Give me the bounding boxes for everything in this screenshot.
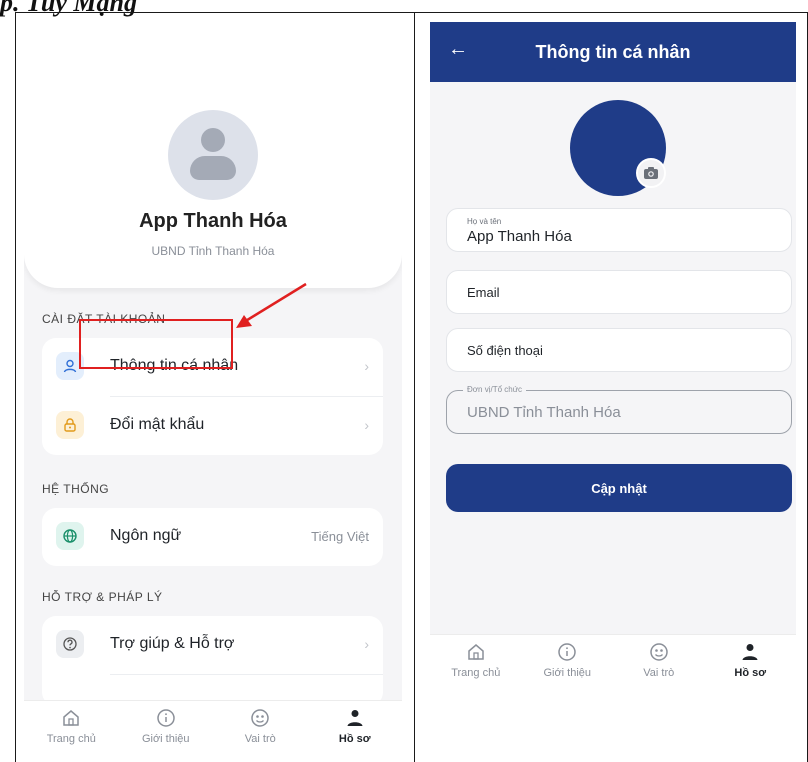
tab-profile[interactable]: Hồ sơ [705, 635, 797, 694]
annotation-arrow-icon [236, 282, 307, 328]
globe-icon [56, 522, 84, 550]
section-title-support: HỖ TRỢ & PHÁP LÝ [42, 590, 163, 604]
tab-label: Vai trò [643, 667, 675, 679]
organization-field: Đơn vị/Tổ chức UBND Tỉnh Thanh Hóa [446, 385, 792, 434]
tab-label: Hồ sơ [338, 733, 371, 745]
profile-card: App Thanh Hóa UBND Tỉnh Thanh Hóa [24, 22, 402, 288]
tab-home[interactable]: Trang chủ [24, 701, 119, 760]
menu-item-label: Ngôn ngữ [110, 527, 182, 544]
help-icon [56, 630, 84, 658]
support-card: Trợ giúp & Hỗ trợ › [42, 616, 383, 706]
field-placeholder: Số điện thoại [467, 343, 543, 358]
menu-item-label: Trợ giúp & Hỗ trợ [110, 635, 235, 652]
personal-info-screen: ← Thông tin cá nhân Họ và tên App Thanh … [430, 22, 796, 694]
avatar-head-icon [201, 128, 225, 152]
field-placeholder: Email [467, 285, 500, 300]
tab-roles[interactable]: Vai trò [613, 635, 705, 694]
email-field[interactable]: Email [446, 270, 792, 314]
menu-item-help[interactable]: Trợ giúp & Hỗ trợ › [42, 616, 383, 674]
profile-screen: App Thanh Hóa UBND Tỉnh Thanh Hóa CÀI ĐẶ… [24, 22, 402, 760]
tab-profile[interactable]: Hồ sơ [308, 701, 403, 760]
tab-home[interactable]: Trang chủ [430, 635, 522, 694]
highlight-box [79, 319, 233, 369]
chevron-right-icon: › [364, 636, 369, 652]
page-title: Thông tin cá nhân [535, 42, 691, 62]
language-value: Tiếng Việt [311, 529, 369, 544]
role-icon [650, 643, 668, 661]
field-label: Đơn vị/Tổ chức [463, 385, 527, 394]
update-button[interactable]: Cập nhật [446, 464, 792, 512]
field-value: App Thanh Hóa [467, 228, 572, 245]
bottom-tab-bar: Trang chủ Giới thiệu Vai trò Hồ sơ [24, 700, 402, 760]
tab-label: Vai trò [244, 733, 276, 745]
info-icon [558, 643, 576, 661]
phone-field[interactable]: Số điện thoại [446, 328, 792, 372]
field-value: UBND Tỉnh Thanh Hóa [467, 404, 621, 421]
tab-label: Trang chủ [451, 667, 501, 679]
menu-item-label: Đổi mật khẩu [110, 416, 205, 433]
lock-icon [56, 411, 84, 439]
tab-label: Giới thiệu [141, 733, 190, 745]
profile-icon [742, 644, 758, 660]
field-label: Họ và tên [467, 217, 502, 226]
avatar-body-icon [190, 156, 236, 180]
tab-about[interactable]: Giới thiệu [119, 701, 214, 760]
camera-icon [644, 167, 658, 179]
avatar[interactable] [168, 110, 258, 200]
menu-item-language[interactable]: Ngôn ngữ Tiếng Việt [42, 508, 383, 566]
section-title-system: HỆ THỐNG [42, 482, 110, 496]
change-photo-button[interactable] [636, 158, 666, 188]
chevron-right-icon: › [364, 417, 369, 433]
role-icon [251, 709, 269, 727]
top-app-bar: ← Thông tin cá nhân [430, 22, 796, 82]
bottom-tab-bar: Trang chủ Giới thiệu Vai trò Hồ sơ [430, 634, 796, 694]
tab-label: Trang chủ [46, 733, 96, 745]
profile-org: UBND Tỉnh Thanh Hóa [151, 244, 275, 258]
menu-item-change-password[interactable]: Đổi mật khẩu › [42, 397, 383, 455]
profile-name: App Thanh Hóa [139, 210, 287, 232]
tab-roles[interactable]: Vai trò [213, 701, 308, 760]
system-card: Ngôn ngữ Tiếng Việt [42, 508, 383, 566]
home-icon [468, 644, 484, 660]
profile-icon [347, 710, 363, 726]
home-icon [63, 710, 79, 726]
tab-label: Hồ sơ [734, 667, 767, 679]
info-icon [157, 709, 175, 727]
tab-about[interactable]: Giới thiệu [522, 635, 614, 694]
divider [110, 674, 383, 675]
tab-label: Giới thiệu [543, 667, 592, 679]
full-name-field[interactable]: Họ và tên App Thanh Hóa [446, 208, 792, 252]
chevron-right-icon: › [364, 358, 369, 374]
